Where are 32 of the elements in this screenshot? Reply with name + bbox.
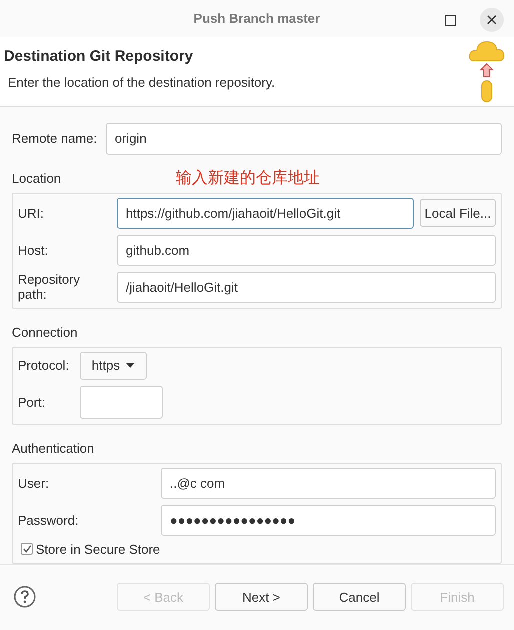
group-title: Authentication — [12, 441, 94, 456]
close-icon[interactable] — [480, 8, 504, 32]
text-field[interactable]: ●●●●●●●●●●●●●●●● — [161, 504, 496, 536]
field-label: User: — [18, 476, 50, 491]
wizard-button[interactable]: Cancel — [313, 583, 406, 612]
wizard-button[interactable]: Next > — [215, 583, 308, 612]
group-title: Location — [12, 171, 62, 186]
page-description: Enter the location of the destination repository. — [7, 74, 276, 90]
cloud-upload-icon — [468, 38, 506, 105]
annotation-text: 输入新建的仓库地址 — [176, 168, 320, 190]
text-field[interactable]: /jiahaoit/HelloGit.git — [117, 272, 496, 303]
text-field[interactable] — [80, 386, 163, 419]
caret-icon — [126, 363, 136, 368]
text-field[interactable]: origin — [106, 122, 502, 155]
field-label: Port: — [18, 394, 46, 410]
checkbox[interactable] — [21, 543, 33, 556]
page-title: Destination Git Repository — [4, 48, 194, 65]
help-icon[interactable] — [14, 586, 36, 608]
field-label: Protocol: — [18, 358, 70, 374]
field-label: Remote name: — [12, 131, 98, 146]
text-field[interactable]: https://github.com/jiahaoit/HelloGit.git — [117, 198, 414, 229]
field-label: Host: — [18, 242, 50, 258]
protocol-dropdown[interactable]: https — [80, 352, 147, 380]
field-label: Repository path: — [18, 272, 82, 302]
text-field[interactable]: ..@c com — [161, 468, 496, 499]
checkbox-label: Store in Secure Store — [36, 542, 160, 557]
text-field[interactable]: github.com — [117, 234, 496, 266]
field-label: Password: — [18, 512, 80, 528]
field-label: URI: — [18, 206, 45, 221]
local-file-button[interactable]: Local File... — [420, 199, 496, 228]
window-title: Push Branch master — [194, 10, 320, 26]
group-title: Connection — [12, 325, 78, 340]
